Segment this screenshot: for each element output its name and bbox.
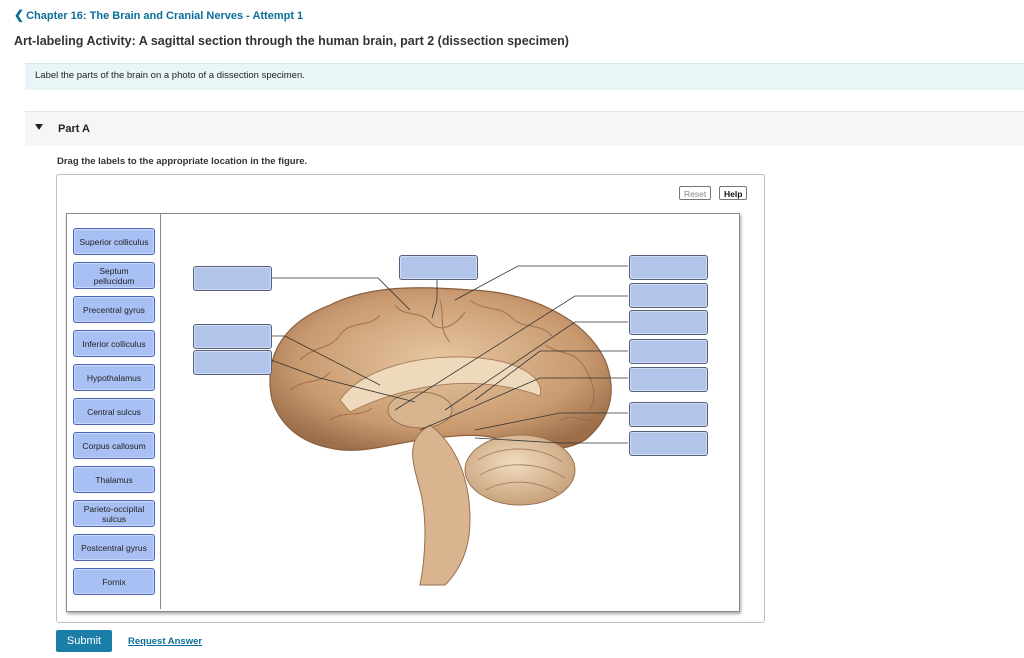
cerebellum-shape bbox=[464, 434, 576, 506]
drop-target-2[interactable] bbox=[399, 255, 478, 280]
drop-target-3[interactable] bbox=[629, 255, 708, 280]
brain-figure bbox=[269, 265, 628, 586]
drop-target-4[interactable] bbox=[629, 283, 708, 308]
drop-target-1[interactable] bbox=[193, 266, 272, 291]
submit-button[interactable]: Submit bbox=[56, 630, 112, 652]
drop-target-6[interactable] bbox=[629, 339, 708, 364]
brainstem-shape bbox=[412, 424, 471, 586]
drop-target-7[interactable] bbox=[629, 367, 708, 392]
drop-target-5[interactable] bbox=[629, 310, 708, 335]
request-answer-link[interactable]: Request Answer bbox=[128, 636, 202, 647]
drop-target-11[interactable] bbox=[193, 350, 272, 375]
drop-target-9[interactable] bbox=[629, 431, 708, 456]
drop-target-8[interactable] bbox=[629, 402, 708, 427]
drop-target-10[interactable] bbox=[193, 324, 272, 349]
